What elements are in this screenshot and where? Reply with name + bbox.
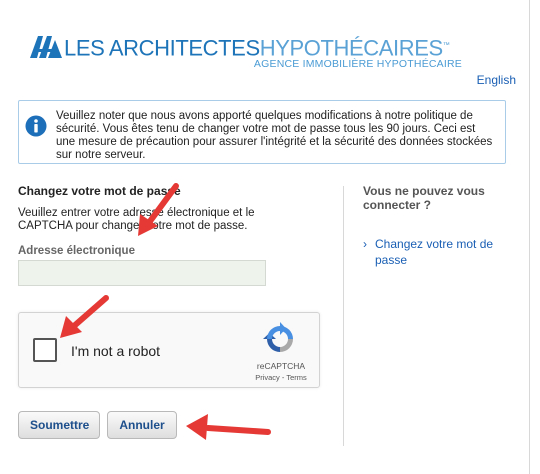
cancel-button[interactable]: Annuler <box>107 411 177 439</box>
column-divider <box>343 186 344 446</box>
security-notice: Veuillez noter que nous avons apporté qu… <box>18 100 506 164</box>
recaptcha-terms-link[interactable]: Terms <box>286 373 306 382</box>
change-password-link-label: Changez votre mot de passe <box>375 237 494 267</box>
email-label: Adresse électronique <box>18 245 135 257</box>
brand-mark-icon <box>30 36 62 58</box>
annotation-arrow <box>186 414 271 440</box>
submit-button[interactable]: Soumettre <box>18 411 100 439</box>
chevron-right-icon: › <box>363 237 367 251</box>
brand-logo: LES ARCHITECTESHYPOTHÉCAIRES™ AGENCE IMM… <box>30 34 470 74</box>
email-input[interactable] <box>18 260 266 286</box>
recaptcha-brand: reCAPTCHA <box>256 361 306 371</box>
brand-name: LES ARCHITECTESHYPOTHÉCAIRES™ <box>64 34 450 61</box>
brand-name-part1: LES ARCHITECTES <box>64 35 260 61</box>
info-icon <box>25 115 47 137</box>
recaptcha-logo-icon <box>263 322 293 352</box>
language-link[interactable]: English <box>477 73 516 87</box>
trademark: ™ <box>442 42 450 49</box>
help-heading: Vous ne pouvez vous connecter ? <box>363 184 485 212</box>
annotation-arrow <box>138 183 179 236</box>
recaptcha-links: Privacy - Terms <box>251 373 311 382</box>
annotation-arrow <box>60 295 109 338</box>
brand-name-part2: HYPOTHÉCAIRES <box>259 35 443 61</box>
recaptcha-privacy-link[interactable]: Privacy <box>255 373 280 382</box>
notice-text: Veuillez noter que nous avons apporté qu… <box>56 110 493 161</box>
brand-tagline: AGENCE IMMOBILIÈRE HYPOTHÉCAIRE <box>253 58 462 70</box>
